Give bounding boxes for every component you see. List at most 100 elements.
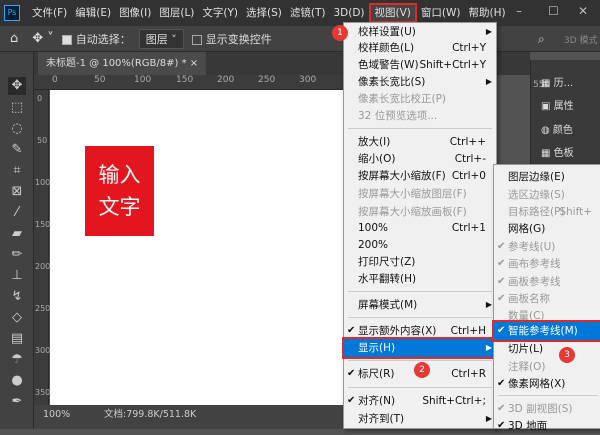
- frame-tool-icon[interactable]: ⊠: [8, 183, 26, 201]
- panel-swatches[interactable]: ▦ 色板: [541, 144, 574, 159]
- maximize-button[interactable]: ☐: [548, 4, 559, 18]
- eraser-tool-icon[interactable]: ◇: [8, 309, 26, 327]
- show-submenu-item[interactable]: ✔ 智能参考线(M): [492, 320, 600, 342]
- menu-0[interactable]: 文件(F): [28, 3, 71, 23]
- search-icon[interactable]: ⌕: [538, 32, 545, 47]
- view-menu-item[interactable]: 对齐到(T) ▶: [344, 410, 496, 428]
- quick-select-tool-icon[interactable]: ✎: [8, 141, 26, 159]
- view-menu-item[interactable]: 按屏幕大小缩放(F) Ctrl+0: [344, 167, 496, 185]
- menu-4[interactable]: 文字(Y): [198, 3, 242, 23]
- show-submenu-item[interactable]: ✔ 参考线(U): [494, 238, 600, 256]
- transform-controls-checkbox[interactable]: 显示变换控件: [191, 31, 272, 47]
- panel-properties[interactable]: ▣ 属性: [541, 97, 574, 112]
- show-submenu-item[interactable]: 网格(G): [494, 220, 600, 238]
- auto-select-dropdown[interactable]: 图层 ˅: [138, 28, 184, 49]
- crop-tool-icon[interactable]: ⌗: [8, 162, 26, 180]
- menu-2[interactable]: 图像(I): [115, 3, 155, 23]
- minimize-button[interactable]: –: [516, 4, 522, 18]
- show-submenu: 图层边缘(E) 选区边缘(S) 目标路径(P) Shift+ 网格(G) ✔ 参考线(U) ✔…: [492, 164, 600, 432]
- panel-color[interactable]: ◍ 颜色: [541, 121, 573, 136]
- show-submenu-item[interactable]: ✔ 画板参考线: [494, 273, 600, 291]
- view-menu-item[interactable]: 放大(I) Ctrl++: [344, 133, 496, 151]
- show-submenu-item[interactable]: ✔ 画板名称: [494, 290, 600, 308]
- history-brush-icon[interactable]: ↯: [8, 288, 26, 306]
- menu-5[interactable]: 选择(S): [242, 3, 286, 23]
- lasso-tool-icon[interactable]: ◌: [8, 120, 26, 138]
- view-menu-item[interactable]: 32 位预览选项...: [344, 107, 496, 125]
- blur-tool-icon[interactable]: ☂: [8, 351, 26, 369]
- zoom-level[interactable]: 100%: [43, 405, 70, 425]
- home-icon[interactable]: ⌂: [10, 31, 18, 46]
- menu-6[interactable]: 滤镜(T): [286, 3, 330, 23]
- menu-separator: [348, 128, 492, 129]
- view-menu-item[interactable]: 色域警告(W) Shift+Ctrl+Y: [344, 56, 496, 74]
- show-submenu-item[interactable]: ✔ 3D 副视图(S): [494, 400, 600, 418]
- checkmark-icon: ✔: [497, 378, 506, 389]
- menu-separator: [348, 317, 492, 318]
- move-tool-icon[interactable]: ✥: [8, 77, 26, 95]
- close-button[interactable]: ✕: [578, 4, 588, 18]
- item-label: 按屏幕大小缩放画板(F): [358, 206, 467, 218]
- view-menu-item[interactable]: 100% Ctrl+1: [344, 219, 496, 237]
- document-tab[interactable]: 未标题-1 @ 100%(RGB/8#) * ×: [38, 52, 207, 75]
- view-menu-item[interactable]: 200%: [344, 236, 496, 254]
- view-menu-item[interactable]: ✔ 对齐(N) Shift+Ctrl+;: [344, 392, 496, 410]
- dodge-tool-icon[interactable]: ●: [8, 372, 26, 390]
- panel-history[interactable]: ▦ 历...: [541, 74, 573, 89]
- marquee-tool-icon[interactable]: ⬚: [8, 99, 26, 117]
- menu-9[interactable]: 窗口(W): [417, 3, 465, 23]
- show-submenu-item[interactable]: 选区边缘(S): [494, 186, 600, 204]
- view-menu-item[interactable]: 校样颜色(L) Ctrl+Y: [344, 39, 496, 57]
- move-tool-icon[interactable]: ✥ ˅: [32, 31, 54, 46]
- show-submenu-item[interactable]: 切片(L): [494, 340, 600, 358]
- item-label: 缩小(O): [358, 153, 396, 165]
- view-menu-item[interactable]: 打印尺寸(Z): [344, 253, 496, 271]
- show-submenu-item[interactable]: 注释(O): [494, 358, 600, 376]
- menu-1[interactable]: 编辑(E): [71, 3, 115, 23]
- item-label: 像素网格(X): [508, 378, 566, 390]
- menu-7[interactable]: 3D(D): [329, 3, 368, 23]
- view-menu-item[interactable]: 水平翻转(H): [344, 270, 496, 288]
- menu-10[interactable]: 帮助(H): [465, 3, 510, 23]
- gradient-tool-icon[interactable]: ▤: [8, 330, 26, 348]
- color-icon: ◍: [541, 125, 553, 136]
- show-submenu-item[interactable]: 图层边缘(E): [494, 168, 600, 186]
- item-label: 3D 副视图(S): [508, 403, 573, 415]
- stamp-tool-icon[interactable]: ⊥: [8, 267, 26, 285]
- item-label: 按屏幕大小缩放图层(F): [358, 188, 467, 200]
- view-menu-item[interactable]: 显示(H) ▶: [342, 337, 498, 359]
- view-menu-item[interactable]: ✔ 显示额外内容(X) Ctrl+H: [344, 322, 496, 340]
- shortcut: Ctrl+-: [454, 153, 486, 165]
- show-submenu-item[interactable]: ✔ 画布参考线: [494, 255, 600, 273]
- auto-select-checkbox[interactable]: 自动选择：: [61, 31, 131, 47]
- show-submenu-item[interactable]: ✔ 像素网格(X): [494, 375, 600, 393]
- transform-controls-label: 显示变换控件: [205, 32, 272, 46]
- shortcut: Ctrl++: [449, 136, 486, 148]
- shortcut: Shift+Ctrl+;: [422, 395, 486, 407]
- healing-brush-icon[interactable]: ▰: [8, 225, 26, 243]
- item-label: 网格(G): [508, 223, 546, 235]
- view-menu-item[interactable]: 屏幕模式(M) ▶: [344, 296, 496, 314]
- submenu-arrow-icon: ▶: [485, 77, 492, 86]
- pen-tool-icon[interactable]: ✒: [8, 393, 26, 411]
- menu-8[interactable]: 视图(V): [368, 3, 417, 23]
- canvas[interactable]: [50, 90, 344, 405]
- show-submenu-item[interactable]: ✔ 3D 地面: [494, 417, 600, 435]
- red-text-box[interactable]: 输入 文字: [85, 146, 154, 236]
- view-menu-item[interactable]: 缩小(O) Ctrl+-: [344, 150, 496, 168]
- submenu-arrow-icon: ▶: [485, 343, 492, 352]
- item-label: 校样颜色(L): [358, 42, 415, 54]
- view-menu-item[interactable]: 按屏幕大小缩放图层(F): [344, 185, 496, 203]
- view-menu-item[interactable]: 像素长宽比校正(P): [344, 90, 496, 108]
- close-tab-icon[interactable]: ×: [190, 58, 198, 69]
- show-submenu-item[interactable]: 目标路径(P) Shift+: [494, 203, 600, 221]
- vertical-ruler[interactable]: 0 50 100 150 200 250 300 350: [34, 90, 50, 405]
- menu-3[interactable]: 图层(L): [155, 3, 198, 23]
- item-label: 色域警告(W): [358, 59, 419, 71]
- eyedropper-tool-icon[interactable]: ⁄: [8, 204, 26, 222]
- view-menu-item[interactable]: 像素长宽比(S) ▶: [344, 73, 496, 91]
- brush-tool-icon[interactable]: ✏: [8, 246, 26, 264]
- item-label: 对齐(N): [358, 395, 396, 407]
- item-label: 画板名称: [508, 293, 550, 305]
- horizontal-ruler[interactable]: 0 50 100 150 200 250 300: [34, 75, 344, 90]
